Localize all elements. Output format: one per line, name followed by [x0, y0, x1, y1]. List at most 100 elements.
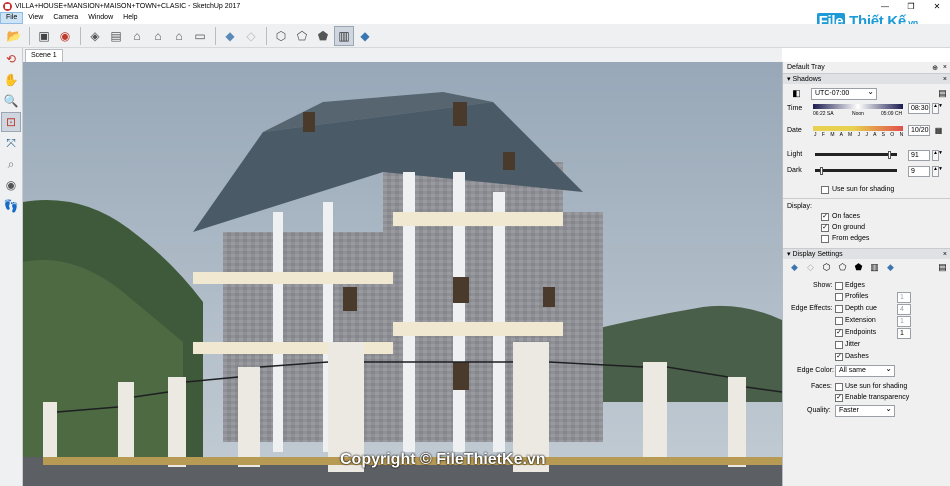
open-folder-icon[interactable]: 📂: [4, 26, 24, 46]
hidden-line-icon[interactable]: ⬠: [292, 26, 312, 46]
enable-transparency-checkbox[interactable]: ✓: [835, 394, 843, 402]
previous-view-icon[interactable]: ⌕: [1, 154, 21, 174]
jitter-checkbox[interactable]: [835, 341, 843, 349]
shadow-details-icon[interactable]: ▤: [937, 88, 948, 99]
look-around-icon[interactable]: ◉: [1, 175, 21, 195]
front-view-icon[interactable]: ⌂: [127, 26, 147, 46]
endpoints-label: Endpoints: [845, 329, 877, 336]
pan-hand-icon[interactable]: ✋: [1, 70, 21, 90]
light-spinner[interactable]: ▲▼: [932, 150, 943, 161]
faces-label: Faces:: [811, 383, 833, 390]
monochrome-icon[interactable]: ◆: [355, 26, 375, 46]
light-slider[interactable]: [815, 153, 897, 156]
close-button[interactable]: ✕: [924, 0, 950, 12]
profiles-value[interactable]: 1: [897, 292, 911, 303]
date-input[interactable]: 10/20: [908, 125, 930, 136]
light-slider-thumb[interactable]: [887, 151, 891, 159]
dark-slider[interactable]: [815, 169, 897, 172]
use-sun-checkbox[interactable]: [821, 186, 829, 194]
style-back-edges-icon[interactable]: ◇: [805, 262, 816, 273]
model-viewport[interactable]: Copyright © FileThietKe.vn: [23, 62, 782, 486]
tray-header: Default Tray ⊕ ×: [783, 62, 950, 73]
quality-select[interactable]: Faster: [835, 404, 895, 417]
depth-cue-checkbox[interactable]: [835, 305, 843, 313]
style-shaded-icon[interactable]: ⬟: [853, 262, 864, 273]
style-textured-icon[interactable]: ▥: [869, 262, 880, 273]
shadow-toggle-icon[interactable]: ◧: [791, 88, 802, 99]
style-details-icon[interactable]: ▤: [937, 262, 948, 273]
on-faces-checkbox[interactable]: ✓: [821, 213, 829, 221]
style-xray-icon[interactable]: ◆: [789, 262, 800, 273]
menu-help[interactable]: Help: [118, 12, 142, 24]
style-monochrome-icon[interactable]: ◆: [885, 262, 896, 273]
dashes-checkbox[interactable]: ✓: [835, 353, 843, 361]
xray-icon[interactable]: ◆: [220, 26, 240, 46]
zoom-icon[interactable]: 🔍: [1, 91, 21, 111]
timezone-select[interactable]: UTC-07:00: [811, 87, 877, 100]
shadows-panel-header[interactable]: ▾ Shadows ×: [783, 73, 950, 84]
display-settings-header[interactable]: ▾ Display Settings ×: [783, 248, 950, 259]
time-spinner[interactable]: ▲▼: [932, 103, 943, 114]
sunset-time: 05:09 CH: [881, 111, 903, 117]
time-slider[interactable]: [813, 104, 903, 109]
wireframe-icon[interactable]: ⬡: [271, 26, 291, 46]
on-faces-label: On faces: [832, 213, 861, 220]
sketchup-app-icon: [3, 1, 12, 11]
extension-checkbox[interactable]: [835, 317, 843, 325]
endpoints-value[interactable]: 1: [897, 328, 911, 339]
menu-file[interactable]: File: [0, 12, 24, 24]
minimize-button[interactable]: —: [872, 0, 898, 12]
iso-view-icon[interactable]: ◈: [85, 26, 105, 46]
dark-spinner[interactable]: ▲▼: [932, 166, 943, 177]
components-icon[interactable]: ▣: [34, 26, 54, 46]
tray-close-icon[interactable]: ×: [943, 64, 947, 71]
right-view-icon[interactable]: ⌂: [148, 26, 168, 46]
jitter-label: Jitter: [845, 341, 861, 348]
scene-tab-1[interactable]: Scene 1: [25, 49, 63, 62]
profiles-label: Profiles: [845, 293, 869, 300]
time-input[interactable]: 08:30: [908, 103, 930, 114]
depth-cue-value[interactable]: 4: [897, 304, 911, 315]
profiles-checkbox[interactable]: [835, 293, 843, 301]
walk-footprints-icon[interactable]: 👣: [1, 196, 21, 216]
edges-checkbox[interactable]: [835, 282, 843, 290]
shaded-icon[interactable]: ⬟: [313, 26, 333, 46]
zoom-extents-icon[interactable]: ⤧: [1, 133, 21, 153]
materials-icon[interactable]: ◉: [55, 26, 75, 46]
dark-slider-thumb[interactable]: [820, 167, 824, 175]
menu-camera[interactable]: Camera: [48, 12, 83, 24]
calendar-icon[interactable]: ▦: [933, 125, 944, 136]
dashes-label: Dashes: [845, 353, 869, 360]
light-input[interactable]: 91: [908, 150, 930, 161]
zoom-window-icon[interactable]: ⊡: [1, 112, 21, 132]
menu-view[interactable]: View: [23, 12, 48, 24]
orbit-icon[interactable]: ⟲: [1, 49, 21, 69]
on-ground-checkbox[interactable]: ✓: [821, 224, 829, 232]
from-edges-checkbox[interactable]: [821, 235, 829, 243]
faces-use-sun-checkbox[interactable]: [835, 383, 843, 391]
maximize-button[interactable]: ❐: [898, 0, 924, 12]
window-title: VILLA+HOUSE+MANSION+MAISON+TOWN+CLASIC -…: [15, 2, 241, 10]
style-hidden-line-icon[interactable]: ⬠: [837, 262, 848, 273]
display-settings-close-icon[interactable]: ×: [943, 251, 947, 258]
back-edges-icon[interactable]: ◇: [241, 26, 261, 46]
shadows-close-icon[interactable]: ×: [943, 76, 947, 83]
left-view-icon[interactable]: ▭: [190, 26, 210, 46]
from-edges-label: From edges: [832, 235, 870, 242]
top-view-icon[interactable]: ▤: [106, 26, 126, 46]
tray-pin-icon[interactable]: ⊕: [932, 64, 938, 72]
light-label: Light: [787, 151, 803, 158]
dark-input[interactable]: 9: [908, 166, 930, 177]
date-label: Date: [787, 127, 802, 134]
toolbar-separator: [29, 26, 30, 45]
back-view-icon[interactable]: ⌂: [169, 26, 189, 46]
style-wireframe-icon[interactable]: ⬡: [821, 262, 832, 273]
shaded-textures-icon[interactable]: ▥: [334, 25, 354, 46]
extension-value[interactable]: 1: [897, 316, 911, 327]
edge-color-select[interactable]: All same: [835, 364, 895, 377]
enable-transparency-label: Enable transparency: [845, 394, 910, 401]
main-toolbar: 📂 ▣ ◉ ◈ ▤ ⌂ ⌂ ⌂ ▭ ◆ ◇ ⬡ ⬠ ⬟ ▥ ◆: [0, 24, 950, 48]
menu-window[interactable]: Window: [83, 12, 118, 24]
endpoints-checkbox[interactable]: ✓: [835, 329, 843, 337]
date-slider[interactable]: [813, 126, 903, 131]
